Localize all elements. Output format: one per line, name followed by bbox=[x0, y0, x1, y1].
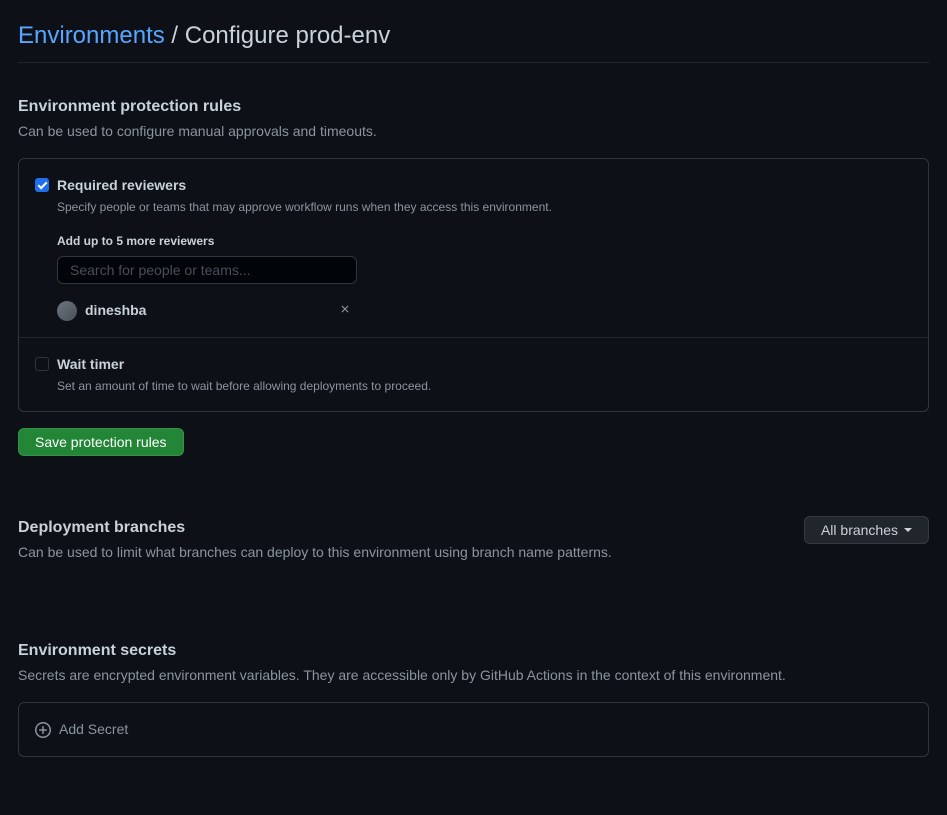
protection-rules-desc: Can be used to configure manual approval… bbox=[18, 121, 929, 142]
wait-timer-item: Wait timer Set an amount of time to wait… bbox=[19, 338, 928, 411]
save-protection-rules-button[interactable]: Save protection rules bbox=[18, 428, 184, 456]
reviewer-search-input[interactable] bbox=[57, 256, 357, 284]
branches-dropdown-label: All branches bbox=[821, 522, 898, 538]
add-secret-label: Add Secret bbox=[59, 719, 128, 740]
avatar bbox=[57, 301, 77, 321]
remove-reviewer-button[interactable] bbox=[333, 301, 357, 321]
required-reviewers-label: Required reviewers bbox=[57, 175, 552, 196]
reviewer-row: dineshba bbox=[57, 300, 357, 321]
environment-secrets-desc: Secrets are encrypted environment variab… bbox=[18, 665, 929, 686]
chevron-down-icon bbox=[904, 528, 912, 532]
required-reviewers-checkbox[interactable] bbox=[35, 178, 49, 192]
required-reviewers-item: Required reviewers Specify people or tea… bbox=[19, 159, 928, 338]
deployment-branches-desc: Can be used to limit what branches can d… bbox=[18, 542, 612, 563]
breadcrumb-current: Configure prod-env bbox=[185, 22, 390, 49]
add-reviewers-label: Add up to 5 more reviewers bbox=[57, 232, 912, 250]
deployment-branches-section: Deployment branches Can be used to limit… bbox=[18, 516, 929, 579]
breadcrumb-parent-link[interactable]: Environments bbox=[18, 22, 165, 49]
protection-rules-section: Environment protection rules Can be used… bbox=[18, 95, 929, 456]
branches-dropdown-button[interactable]: All branches bbox=[804, 516, 929, 544]
breadcrumb-separator: / bbox=[171, 22, 184, 49]
protection-rules-title: Environment protection rules bbox=[18, 95, 929, 119]
protection-rules-box: Required reviewers Specify people or tea… bbox=[18, 158, 929, 412]
plus-circle-icon bbox=[35, 722, 51, 738]
wait-timer-checkbox[interactable] bbox=[35, 357, 49, 371]
environment-secrets-title: Environment secrets bbox=[18, 639, 929, 663]
add-secret-button[interactable]: Add Secret bbox=[18, 702, 929, 757]
wait-timer-label: Wait timer bbox=[57, 354, 431, 375]
reviewer-name: dineshba bbox=[85, 300, 146, 321]
deployment-branches-title: Deployment branches bbox=[18, 516, 612, 540]
close-icon bbox=[339, 303, 351, 315]
required-reviewers-desc: Specify people or teams that may approve… bbox=[57, 198, 552, 216]
wait-timer-desc: Set an amount of time to wait before all… bbox=[57, 377, 431, 395]
environment-secrets-section: Environment secrets Secrets are encrypte… bbox=[18, 639, 929, 757]
breadcrumb: Environments / Configure prod-env bbox=[18, 18, 929, 63]
